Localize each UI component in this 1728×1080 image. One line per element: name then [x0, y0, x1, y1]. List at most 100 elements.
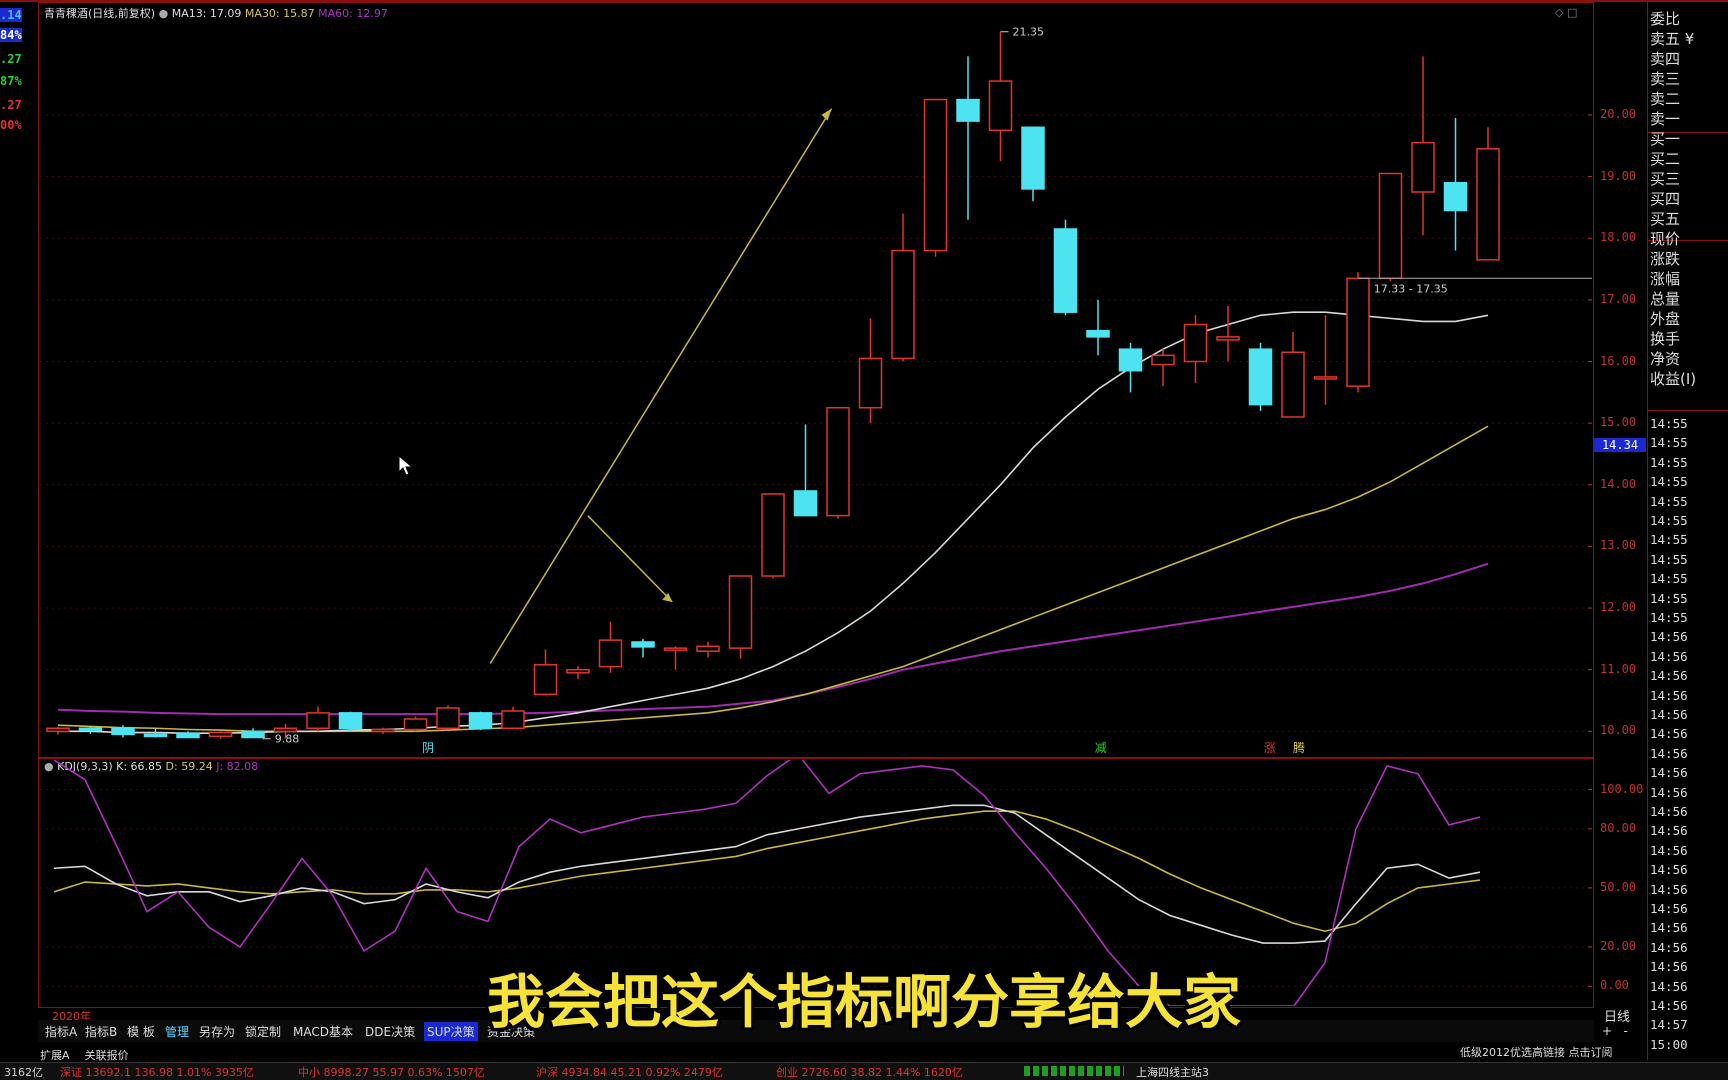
candle-down — [631, 641, 655, 648]
status-server: 上海四线主站3 — [1136, 1066, 1209, 1079]
candle-down — [1053, 228, 1078, 313]
candle-up — [598, 639, 623, 668]
status-index-cy[interactable]: 创业 2726.60 38.82 1.44% 1620亿 — [776, 1064, 963, 1080]
candle-down — [956, 98, 980, 122]
trend-arrowhead — [821, 108, 832, 121]
candle-down — [338, 712, 363, 730]
status-index-sz[interactable]: 深证 13692.1 136.98 1.01% 3935亿 — [60, 1064, 254, 1080]
left-value: .14 — [0, 8, 22, 22]
price-axis-tick: 18.00 — [1600, 230, 1637, 245]
left-value: 87% — [0, 74, 22, 88]
kdj-axis-tick: 80.00 — [1600, 820, 1637, 835]
tick-time: 14:56 — [1650, 920, 1688, 936]
candle-down — [793, 490, 818, 517]
tick-time: 14:56 — [1650, 784, 1688, 800]
quote-field-label: 买五 — [1650, 210, 1681, 228]
quote-field-label: 卖二 — [1650, 90, 1681, 108]
candle-down — [78, 727, 103, 732]
quote-field-label: 买二 — [1650, 150, 1681, 168]
quote-field-label: 卖五 ¥ — [1650, 30, 1695, 48]
status-index-hs[interactable]: 沪深 4934.84 45.21 0.92% 2479亿 — [536, 1064, 723, 1080]
tick-time: 14:56 — [1650, 881, 1688, 897]
signal-marker: 阴 — [422, 741, 434, 755]
candle-down — [176, 732, 200, 739]
video-subtitle: 我会把这个指标啊分享给大家 — [486, 968, 1241, 1036]
candle-down — [143, 733, 168, 738]
price-axis: 20.00 19.00 18.00 17.00 16.00 15.00 14.00 13.00… — [1594, 0, 1650, 760]
quote-field-label: 买一 — [1650, 130, 1681, 148]
quote-field-label: 卖一 — [1650, 110, 1681, 128]
candle-down — [1443, 182, 1468, 212]
tick-time: 14:56 — [1650, 668, 1688, 684]
quote-field-label: 现价 — [1650, 230, 1681, 248]
tick-time: 14:56 — [1650, 765, 1688, 781]
candle-up — [403, 718, 428, 731]
candle-up — [273, 727, 298, 733]
candle-up — [566, 668, 590, 674]
status-index-zx[interactable]: 中小 8998.27 55.97 0.63% 1507亿 — [298, 1064, 485, 1080]
left-value: .27 — [0, 52, 22, 66]
left-value: 84% — [0, 28, 22, 42]
price-axis-tick: 17.00 — [1600, 291, 1637, 306]
tick-time: 14:56 — [1650, 707, 1688, 722]
candle-up — [371, 728, 395, 733]
mouse-cursor-icon — [398, 455, 414, 476]
price-axis-tick: 11.00 — [1600, 661, 1637, 676]
candle-up — [858, 357, 883, 409]
candle-up — [696, 645, 720, 652]
candle-up — [1183, 323, 1208, 363]
quote-field-label: 净资 — [1650, 350, 1681, 368]
candle-down — [111, 727, 135, 736]
ma30-line — [57, 425, 1489, 733]
tab-extend-a[interactable]: 扩展A — [40, 1049, 70, 1062]
low-price-label: 9.88 — [275, 733, 300, 746]
price-axis-tick: 10.00 — [1600, 723, 1637, 738]
tick-time: 14:55 — [1650, 493, 1688, 509]
candle-up — [826, 406, 850, 517]
kdj-k-line — [53, 804, 1481, 944]
tick-time: 14:56 — [1650, 862, 1688, 878]
tick-time: 14:56 — [1650, 823, 1688, 839]
candle-down — [1021, 126, 1045, 190]
candle-up — [988, 80, 1013, 132]
price-axis-tick: 13.00 — [1600, 538, 1637, 553]
quote-field-label: 收益(I) — [1650, 370, 1697, 388]
candle-down — [468, 712, 493, 730]
kdj-axis-tick: 100.00 — [1600, 781, 1644, 796]
candle-down — [241, 730, 265, 739]
left-value-strip: .14 84% .27 87% .27 00% — [0, 2, 24, 132]
tick-time: 14:55 — [1650, 454, 1688, 470]
candle-up — [923, 98, 948, 252]
tick-time: 14:56 — [1650, 726, 1688, 742]
quote-field-label: 买三 — [1650, 170, 1681, 188]
tab-related-quote[interactable]: 关联报价 — [85, 1049, 129, 1062]
price-axis-tick: 15.00 — [1600, 415, 1637, 430]
tick-time: 14:56 — [1650, 901, 1688, 916]
tick-time: 14:55 — [1650, 590, 1688, 606]
trend-arrow-down — [587, 515, 673, 603]
candle-up — [1151, 354, 1175, 366]
right-panel-border — [1647, 0, 1648, 1060]
candle-down — [1118, 348, 1143, 372]
candle-up — [1476, 148, 1500, 261]
quote-field-label: 委比 — [1650, 10, 1681, 28]
candle-up — [1378, 172, 1403, 280]
candle-down — [1086, 329, 1110, 338]
price-axis-tick: 16.00 — [1600, 353, 1637, 368]
candle-up — [728, 575, 753, 649]
candle-up — [533, 664, 558, 696]
tick-time: 15:00 — [1650, 1036, 1688, 1052]
left-value: 00% — [0, 118, 22, 132]
kdj-axis-tick: 50.00 — [1600, 879, 1637, 894]
price-chart[interactable]: 21.35 9.88 17.33 - 17.35 阴 减 涨 腾 — [40, 4, 1592, 756]
quote-field-label: 买四 — [1650, 190, 1681, 208]
signal-marker: 腾 — [1293, 740, 1305, 755]
tick-time: 14:56 — [1650, 939, 1688, 955]
candle-up — [1281, 351, 1305, 418]
price-axis-tick: 12.00 — [1600, 600, 1637, 615]
signal-marker: 减 — [1095, 741, 1107, 755]
quote-field-label: 卖三 — [1650, 70, 1681, 88]
status-right-link[interactable]: 低级2012优选高链接 点击订阅 — [1460, 1044, 1613, 1060]
candle-up — [501, 710, 525, 730]
ma60-line — [57, 562, 1489, 716]
